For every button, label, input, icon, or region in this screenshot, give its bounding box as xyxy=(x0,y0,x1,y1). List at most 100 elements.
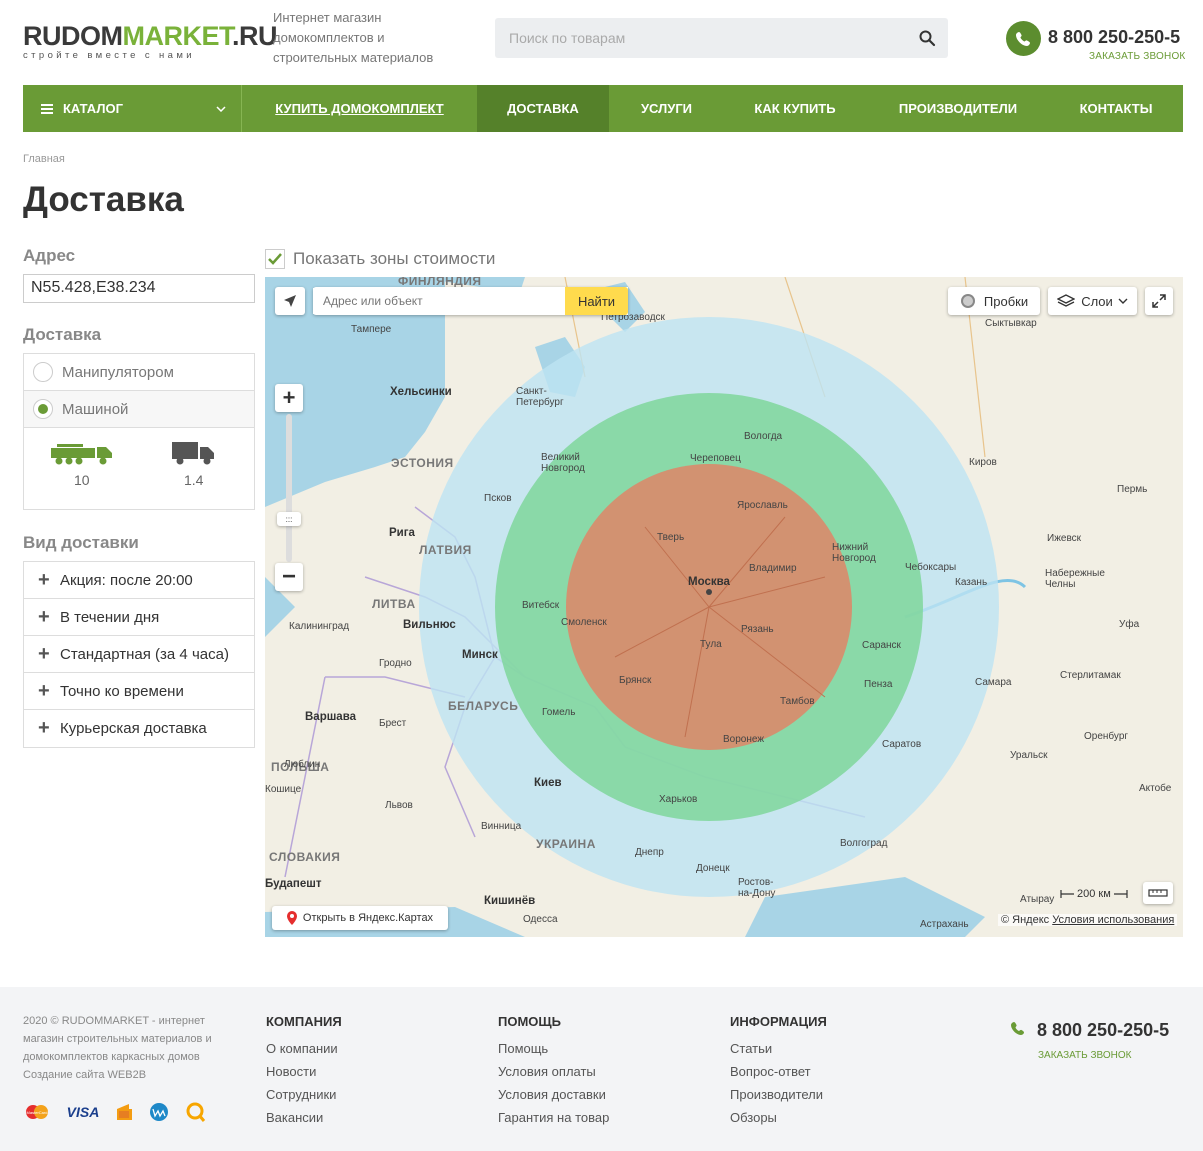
zoom-in-button[interactable]: + xyxy=(275,384,303,412)
footer-col-help: ПОМОЩЬ Помощь Условия оплаты Условия дос… xyxy=(498,1014,609,1129)
footer-link[interactable]: Вакансии xyxy=(266,1106,342,1129)
delivery-type-item[interactable]: + В течении дня xyxy=(24,599,254,636)
footer-link[interactable]: Новости xyxy=(266,1060,342,1083)
nav-manufacturers[interactable]: ПРОИЗВОДИТЕЛИ xyxy=(866,85,1050,132)
nav-services[interactable]: УСЛУГИ xyxy=(609,85,724,132)
traffic-button[interactable]: Пробки xyxy=(948,287,1040,315)
radio-circle[interactable] xyxy=(33,399,53,419)
delivery-type-label: Акция: после 20:00 xyxy=(60,571,193,589)
footer-link[interactable]: О компании xyxy=(266,1037,342,1060)
map-city-label: Люблин xyxy=(284,759,321,770)
geolocation-button[interactable] xyxy=(275,287,305,315)
phone-icon xyxy=(1011,1022,1024,1035)
footer-callback-link[interactable]: ЗАКАЗАТЬ ЗВОНОК xyxy=(1038,1050,1131,1061)
delivery-type-item[interactable]: + Курьерская доставка xyxy=(24,710,254,747)
footer-phone[interactable]: 8 800 250-250-5 xyxy=(1037,1020,1169,1041)
map-city-label: Калининград xyxy=(289,621,350,632)
footer-made-by[interactable]: Создание сайта WEB2B xyxy=(23,1066,243,1084)
fullscreen-button[interactable] xyxy=(1145,287,1173,315)
zones-label: Показать зоны стоимости xyxy=(293,249,496,268)
mastercard-icon: MasterCard xyxy=(26,1105,48,1119)
address-input[interactable]: N55.428,E38.234 xyxy=(23,274,255,303)
footer: 2020 © RUDOMMARKET - интернет магазин ст… xyxy=(0,987,1203,1151)
footer-copyright-text: 2020 © RUDOMMARKET - интернет магазин ст… xyxy=(23,1015,212,1063)
map-city-label: Гомель xyxy=(542,707,576,718)
webmoney-icon xyxy=(150,1103,168,1121)
map-search-input[interactable] xyxy=(313,288,563,314)
map-city-label: Брест xyxy=(379,718,407,729)
delivery-type-label: Вид доставки xyxy=(23,533,139,552)
footer-link[interactable]: Сотрудники xyxy=(266,1083,342,1106)
footer-col-title: ПОМОЩЬ xyxy=(498,1014,561,1029)
ruler-icon xyxy=(1148,889,1168,897)
delivery-type-item[interactable]: + Стандартная (за 4 часа) xyxy=(24,636,254,673)
logo-name-part1: RUDOM xyxy=(23,21,123,51)
layers-label: Слои xyxy=(1081,293,1113,309)
map-city-label: Уфа xyxy=(1119,619,1140,630)
truck-small-icon[interactable] xyxy=(172,442,216,466)
visa-icon: VISA xyxy=(67,1104,99,1120)
footer-link[interactable]: Обзоры xyxy=(730,1106,827,1129)
header-callback-link[interactable]: ЗАКАЗАТЬ ЗВОНОК xyxy=(1089,51,1185,62)
search-input[interactable] xyxy=(495,18,895,58)
plus-icon: + xyxy=(38,717,50,739)
map-city-label: Тверь xyxy=(657,532,685,543)
zoom-slider-handle[interactable]: ::: xyxy=(277,512,301,526)
footer-link[interactable]: Условия оплаты xyxy=(498,1060,609,1083)
map-city-label: Воронеж xyxy=(723,734,765,745)
copyright-label: © Яндекс xyxy=(1001,914,1050,926)
map-city-label: Киров xyxy=(969,457,997,468)
zoom-out-button[interactable]: − xyxy=(275,563,303,591)
map-city-label: Стерлитамак xyxy=(1060,670,1121,681)
nav-contacts[interactable]: КОНТАКТЫ xyxy=(1050,85,1182,132)
zones-checkbox[interactable] xyxy=(265,249,285,269)
delivery-type-item[interactable]: + Акция: после 20:00 xyxy=(24,562,254,599)
footer-link[interactable]: Статьи xyxy=(730,1037,827,1060)
header-phone[interactable]: 8 800 250-250-5 xyxy=(1048,27,1180,48)
breadcrumb[interactable]: Главная xyxy=(23,153,65,165)
radio-circle[interactable] xyxy=(33,362,53,382)
ruler-button[interactable] xyxy=(1143,882,1173,904)
map-find-button[interactable]: Найти xyxy=(565,287,628,315)
map-city-label: Минск xyxy=(462,649,498,661)
map-city-label: Уральск xyxy=(1010,750,1048,761)
map-city-label: Будапешт xyxy=(265,878,322,890)
map-country-label: БЕЛАРУСЬ xyxy=(448,699,519,713)
delivery-type-item[interactable]: + Точно ко времени xyxy=(24,673,254,710)
map-city-label: Тамбов xyxy=(780,696,815,707)
footer-link[interactable]: Гарантия на товар xyxy=(498,1106,609,1129)
map-terms-link[interactable]: Условия использования xyxy=(1052,914,1174,926)
nav-catalog[interactable]: КАТАЛОГ xyxy=(23,85,242,132)
map-city-label: Варшава xyxy=(305,711,357,723)
footer-link[interactable]: Помощь xyxy=(498,1037,609,1060)
map-city-label: Тула xyxy=(700,639,722,650)
open-yandex-maps-link[interactable]: Открыть в Яндекс.Картах xyxy=(272,906,448,930)
map-city-label: Набережные Челны xyxy=(1045,568,1105,590)
map-city-label: Львов xyxy=(385,800,413,811)
footer-link[interactable]: Производители xyxy=(730,1083,827,1106)
page-title: Доставка xyxy=(23,180,184,219)
zones-toggle[interactable]: Показать зоны стоимости xyxy=(265,249,495,269)
footer-col-company: КОМПАНИЯ О компании Новости Сотрудники В… xyxy=(266,1014,342,1129)
map-city-label: Волгоград xyxy=(840,838,888,849)
zoom-slider-track[interactable] xyxy=(286,414,292,562)
search-icon[interactable] xyxy=(918,29,936,47)
plus-icon: + xyxy=(38,642,50,665)
checkmark-icon xyxy=(268,253,282,265)
delivery-map[interactable]: ФИНЛЯНДИЯ ЭСТОНИЯ ЛАТВИЯ ЛИТВА БЕЛАРУСЬ … xyxy=(265,277,1183,937)
radio-truck[interactable]: Машиной xyxy=(24,391,254,428)
nav-buy-kit[interactable]: КУПИТЬ ДОМОКОМПЛЕКТ xyxy=(242,85,477,132)
truck-large-icon[interactable] xyxy=(51,444,114,466)
map-city-label: Днепр xyxy=(635,847,664,858)
nav-how-to-buy[interactable]: КАК КУПИТЬ xyxy=(724,85,866,132)
logo[interactable]: RUDOMMARKET.RU стройте вместе с нами xyxy=(23,21,278,62)
map-city-label: Нижний Новгород xyxy=(832,542,876,564)
map-city-label: Казань xyxy=(955,577,988,588)
logo-name-part2: MARKET xyxy=(122,21,233,51)
layers-button[interactable]: Слои xyxy=(1048,287,1137,315)
radio-manipulator[interactable]: Манипулятором xyxy=(24,354,254,391)
nav-delivery[interactable]: ДОСТАВКА xyxy=(477,85,609,132)
footer-link[interactable]: Вопрос-ответ xyxy=(730,1060,827,1083)
qiwi-icon xyxy=(186,1102,206,1122)
footer-link[interactable]: Условия доставки xyxy=(498,1083,609,1106)
